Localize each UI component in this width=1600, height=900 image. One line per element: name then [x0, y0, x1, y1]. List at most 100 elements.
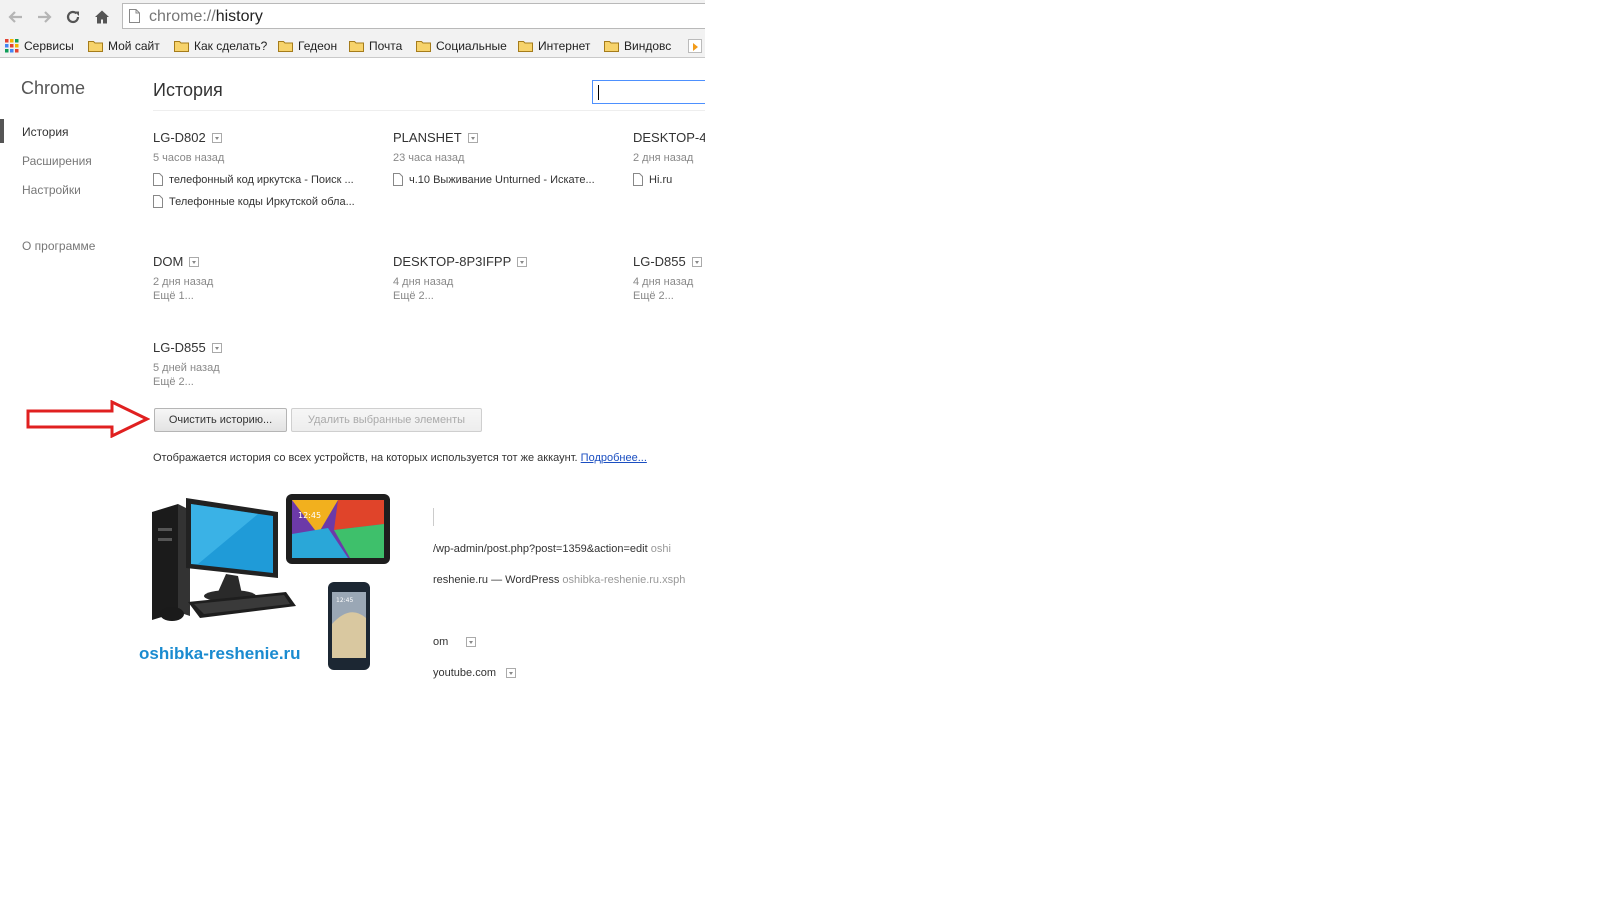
browser-screenshot: chrome://history Сервисы Мой сайт Как сд…: [0, 0, 705, 900]
history-row[interactable]: om: [433, 636, 477, 648]
dropdown-arrow-icon[interactable]: [467, 132, 478, 143]
address-bar[interactable]: chrome://history: [122, 3, 705, 29]
bookmarks-overflow-button[interactable]: [688, 39, 702, 53]
back-button[interactable]: [5, 6, 27, 28]
history-entry[interactable]: Hi.ru: [633, 173, 705, 186]
bookmark-apps[interactable]: Сервисы: [5, 37, 74, 55]
bookmark-folder[interactable]: Социальные: [416, 37, 507, 55]
dropdown-arrow-icon[interactable]: [691, 256, 702, 267]
learn-more-link[interactable]: Подробнее...: [581, 452, 647, 464]
device-name[interactable]: LG-D855: [633, 254, 705, 269]
history-row[interactable]: youtube.com: [433, 667, 516, 679]
show-more-link[interactable]: Ещё 2...: [633, 290, 705, 302]
bookmark-folder[interactable]: Мой сайт: [88, 37, 160, 55]
history-entry[interactable]: ч.10 Выживание Unturned - Искате...: [393, 173, 633, 186]
sidebar-item-extensions[interactable]: Расширения: [22, 154, 92, 168]
reload-icon: [66, 10, 80, 24]
folder-icon: [518, 41, 533, 52]
history-row[interactable]: /wp-admin/post.php?post=1359&action=edit…: [433, 543, 671, 555]
bookmark-label: Гедеон: [298, 39, 338, 53]
clear-history-button[interactable]: Очистить историю...: [154, 408, 287, 432]
history-row[interactable]: reshenie.ru — WordPress oshibka-reshenie…: [433, 574, 685, 586]
device-time: 5 дней назад: [153, 362, 220, 374]
svg-text:12:45: 12:45: [298, 511, 321, 520]
page-icon: [129, 9, 140, 23]
home-button[interactable]: [91, 6, 113, 28]
show-more-link[interactable]: Ещё 2...: [393, 290, 633, 302]
bookmark-label: Как сделать?: [194, 39, 268, 53]
url-text: chrome://history: [149, 8, 263, 25]
device-card: DESKTOP-4 2 дня назад Hi.ru: [633, 130, 705, 186]
bookmarks-bar: Сервисы Мой сайт Как сделать? Гедеон Поч…: [0, 34, 705, 58]
bookmark-label: Интернет: [538, 39, 591, 53]
device-time: 23 часа назад: [393, 152, 465, 164]
remove-selected-button[interactable]: Удалить выбранные элементы: [291, 408, 482, 432]
sync-info-text: Отображается история со всех устройств, …: [153, 452, 578, 464]
sidebar-item-settings[interactable]: Настройки: [22, 183, 81, 197]
sidebar-brand: Chrome: [21, 78, 86, 98]
device-name[interactable]: LG-D802: [153, 130, 393, 145]
pc-tower-icon: [152, 504, 190, 620]
monitor-icon: [186, 498, 278, 602]
device-name[interactable]: LG-D855: [153, 340, 393, 355]
folder-icon: [604, 41, 619, 52]
device-card: DOM 2 дня назад Ещё 1...: [153, 254, 393, 302]
page-icon: [153, 195, 163, 208]
device-card: PLANSHET 23 часа назад ч.10 Выживание Un…: [393, 130, 633, 186]
bookmark-folder[interactable]: Как сделать?: [174, 37, 267, 55]
dropdown-arrow-icon[interactable]: [211, 342, 222, 353]
bookmark-folder[interactable]: Гедеон: [278, 37, 337, 55]
device-name[interactable]: PLANSHET: [393, 130, 633, 145]
device-name[interactable]: DOM: [153, 254, 393, 269]
folder-icon: [174, 41, 189, 52]
folder-icon: [278, 41, 293, 52]
sync-info: Отображается история со всех устройств, …: [153, 452, 647, 464]
show-more-link[interactable]: Ещё 1...: [153, 290, 393, 302]
page-title: История: [153, 80, 223, 100]
folder-icon: [416, 41, 431, 52]
phone-icon: 12:45: [328, 582, 370, 670]
home-icon: [95, 10, 109, 24]
device-card: LG-D855 5 дней назад Ещё 2...: [153, 340, 393, 388]
sidebar-item-about[interactable]: О программе: [22, 239, 95, 253]
dropdown-arrow-icon[interactable]: [517, 256, 528, 267]
device-card: LG-D855 4 дня назад Ещё 2...: [633, 254, 705, 302]
device-name[interactable]: DESKTOP-8P3IFPP: [393, 254, 633, 269]
divider: [433, 508, 434, 526]
forward-button[interactable]: [33, 6, 55, 28]
search-history-field[interactable]: [592, 80, 705, 104]
history-entry[interactable]: телефонный код иркутска - Поиск ...: [153, 173, 393, 186]
bookmark-label: Социальные: [436, 39, 507, 53]
show-more-link[interactable]: Ещё 2...: [153, 376, 393, 388]
red-arrow-icon: [26, 400, 150, 438]
reload-button[interactable]: [62, 6, 84, 28]
sidebar-item-history[interactable]: История: [22, 125, 69, 139]
dropdown-arrow-icon[interactable]: [466, 637, 477, 647]
search-input[interactable]: [593, 81, 705, 103]
history-entry[interactable]: Телефонные коды Иркутской обла...: [153, 195, 393, 208]
dropdown-arrow-icon[interactable]: [189, 256, 200, 267]
bookmark-folder[interactable]: Интернет: [518, 37, 590, 55]
tablet-icon: 12:45: [286, 494, 390, 564]
device-card: DESKTOP-8P3IFPP 4 дня назад Ещё 2...: [393, 254, 633, 302]
bookmark-label: Сервисы: [24, 39, 74, 53]
folder-icon: [349, 41, 364, 52]
divider: [153, 110, 705, 111]
bookmark-label: Мой сайт: [108, 39, 160, 53]
dropdown-arrow-icon[interactable]: [505, 668, 516, 678]
device-card: LG-D802 5 часов назад телефонный код ирк…: [153, 130, 393, 208]
device-time: 2 дня назад: [633, 152, 694, 164]
page-icon: [153, 173, 163, 186]
dropdown-arrow-icon[interactable]: [211, 132, 222, 143]
active-indicator: [0, 119, 4, 143]
bookmark-folder[interactable]: Виндовс: [604, 37, 671, 55]
mouse-icon: [160, 607, 184, 621]
text-caret: [598, 85, 599, 100]
back-arrow-icon: [8, 11, 22, 23]
apps-grid-icon: [5, 39, 19, 53]
page-icon: [633, 173, 643, 186]
device-name[interactable]: DESKTOP-4: [633, 130, 705, 145]
bookmark-folder[interactable]: Почта: [349, 37, 402, 55]
svg-text:12:45: 12:45: [336, 597, 353, 604]
device-time: 4 дня назад: [633, 276, 694, 288]
